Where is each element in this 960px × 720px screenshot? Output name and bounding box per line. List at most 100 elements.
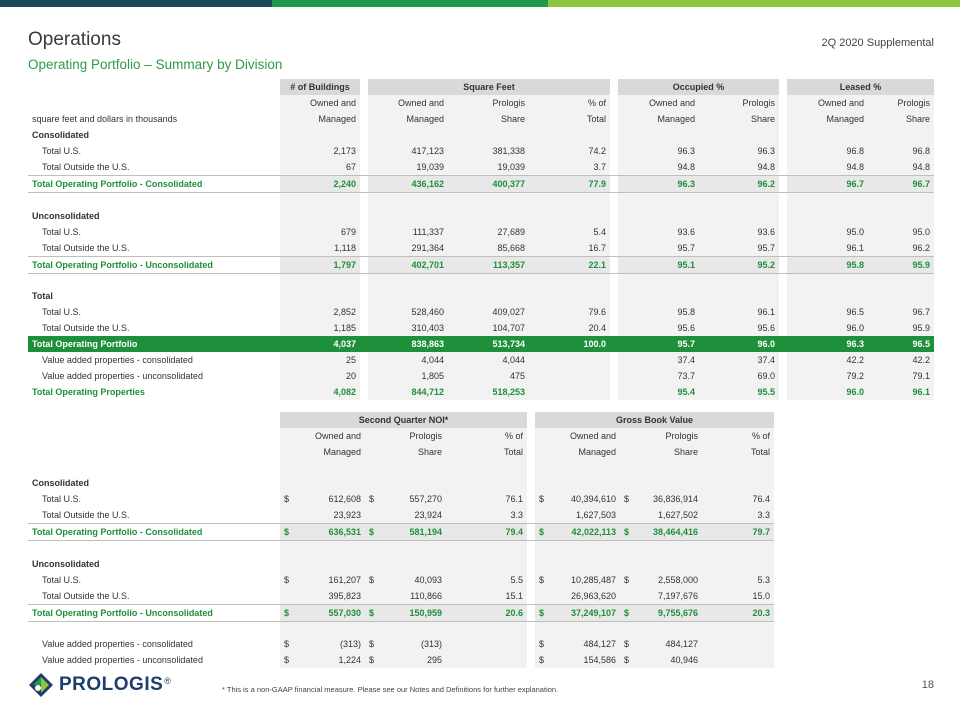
table-cell [446, 652, 528, 668]
table-cell [618, 273, 699, 288]
gap-cell [527, 475, 535, 491]
table-cell [787, 127, 869, 143]
table-row: Total U.S. $612,608 $557,270 76.1 $40,394,61… [28, 491, 775, 507]
table-cell: 417,123 [368, 143, 448, 159]
table-cell: 2,240 [280, 175, 360, 193]
table-cell [448, 192, 529, 208]
table-cell [620, 475, 703, 491]
table-cell: 2,852 [280, 304, 360, 320]
cell-value: (313) [339, 639, 361, 649]
table-cell: 95.9 [868, 255, 935, 274]
cell-value: 42,022,113 [571, 527, 617, 537]
table-cell [868, 288, 935, 304]
cell-value: 26,963,620 [570, 590, 617, 601]
table-cell [868, 192, 935, 208]
gap-cell [779, 273, 787, 288]
gap-cell [360, 159, 368, 176]
table-cell: 844,712 [368, 384, 448, 400]
gap-cell [779, 193, 787, 208]
row-label: Total Operating Portfolio - Consolidated [28, 175, 280, 193]
table-cell: 4,082 [280, 384, 360, 400]
gap-cell [779, 255, 788, 274]
table-cell [529, 352, 610, 368]
table1-group-header-row: # of Buildings Square Feet Occupied % Lease… [28, 79, 935, 95]
table-cell [529, 273, 610, 288]
table-cell: 85,668 [448, 239, 529, 256]
table-cell: 113,357 [448, 255, 529, 274]
table-cell [620, 540, 703, 556]
gap-cell [527, 523, 536, 541]
table-cell: 95.8 [618, 304, 699, 320]
table2-group-header-row: Second Quarter NOI* Gross Book Value [28, 412, 775, 428]
dollar-sign: $ [624, 527, 630, 537]
dollar-sign: $ [369, 655, 375, 665]
dollar-sign: $ [369, 494, 375, 504]
table-cell [702, 460, 775, 475]
row-label: Total U.S. [42, 574, 82, 585]
table-cell: 76.1 [446, 491, 528, 507]
table-cell: 96.5 [787, 304, 869, 320]
row-label: Value added properties - consolidated [42, 639, 193, 649]
table-cell [618, 288, 699, 304]
column-header: Share [868, 111, 935, 127]
table-cell: 79.7 [702, 523, 775, 541]
dollar-sign: $ [624, 574, 630, 585]
cell-value: 40,946 [670, 655, 699, 665]
table-cell: 310,403 [368, 320, 448, 336]
table1-column-header-row: Owned and Owned and Prologis% of Owned and P… [28, 95, 935, 111]
gap-cell [527, 603, 536, 622]
table-cell: 111,337 [368, 223, 448, 240]
gap-cell [779, 208, 787, 224]
gap-cell [527, 636, 535, 652]
table-cell: 7,197,676 [620, 587, 703, 604]
column-header: Share [620, 444, 703, 460]
row-label: Total Operating Portfolio - Unconsolidat… [28, 603, 280, 622]
table-cell: 20.6 [446, 603, 528, 622]
gap-cell [610, 208, 618, 224]
table-cell: $295 [365, 652, 446, 668]
table-cell [280, 460, 365, 475]
table-cell: 436,162 [368, 175, 448, 193]
cell-value: 557,030 [328, 607, 361, 618]
table-row: Total U.S. $161,207 $40,093 5.5 $10,285,487 $… [28, 571, 775, 588]
column-header: Owned and [280, 95, 360, 111]
table-cell [446, 555, 528, 572]
table-cell [365, 475, 446, 491]
column-header: Managed [618, 111, 699, 127]
table-cell: 1,805 [368, 368, 448, 384]
gap-cell [610, 320, 618, 336]
row-label: Consolidated [32, 130, 90, 140]
gap-cell [527, 572, 535, 588]
table-cell [368, 127, 448, 143]
gap-cell [527, 428, 535, 444]
table-cell: 96.7 [868, 175, 935, 193]
table-cell: $484,127 [535, 636, 621, 652]
cell-value: 5.3 [757, 574, 771, 585]
table-cell: $154,586 [535, 652, 621, 668]
table-cell: 20.3 [702, 603, 775, 622]
table-cell [618, 207, 699, 224]
gap-cell [360, 240, 368, 257]
column-header: % of [446, 428, 528, 444]
row-label: Total U.S. [42, 226, 82, 237]
empty-cell [28, 412, 280, 428]
table-cell [868, 127, 935, 143]
table-cell [699, 127, 780, 143]
cell-value: 23,924 [414, 510, 442, 520]
row-label: Total Outside the U.S. [42, 323, 130, 333]
table-cell: 104,707 [448, 320, 529, 336]
gap-cell [360, 288, 368, 304]
table-cell: 96.0 [787, 320, 869, 336]
gap-cell [360, 143, 368, 159]
column-header: Owned and [787, 95, 869, 111]
table-cell: 5.4 [529, 223, 610, 240]
column-header: Total [529, 111, 610, 127]
dollar-sign: $ [539, 527, 545, 537]
gap-cell [360, 193, 368, 208]
gap-cell [610, 368, 618, 384]
table-cell [448, 273, 529, 288]
gap-cell [527, 412, 535, 428]
dollar-sign: $ [539, 574, 545, 585]
table-cell: $2,558,000 [620, 571, 703, 588]
table-cell [280, 475, 365, 491]
